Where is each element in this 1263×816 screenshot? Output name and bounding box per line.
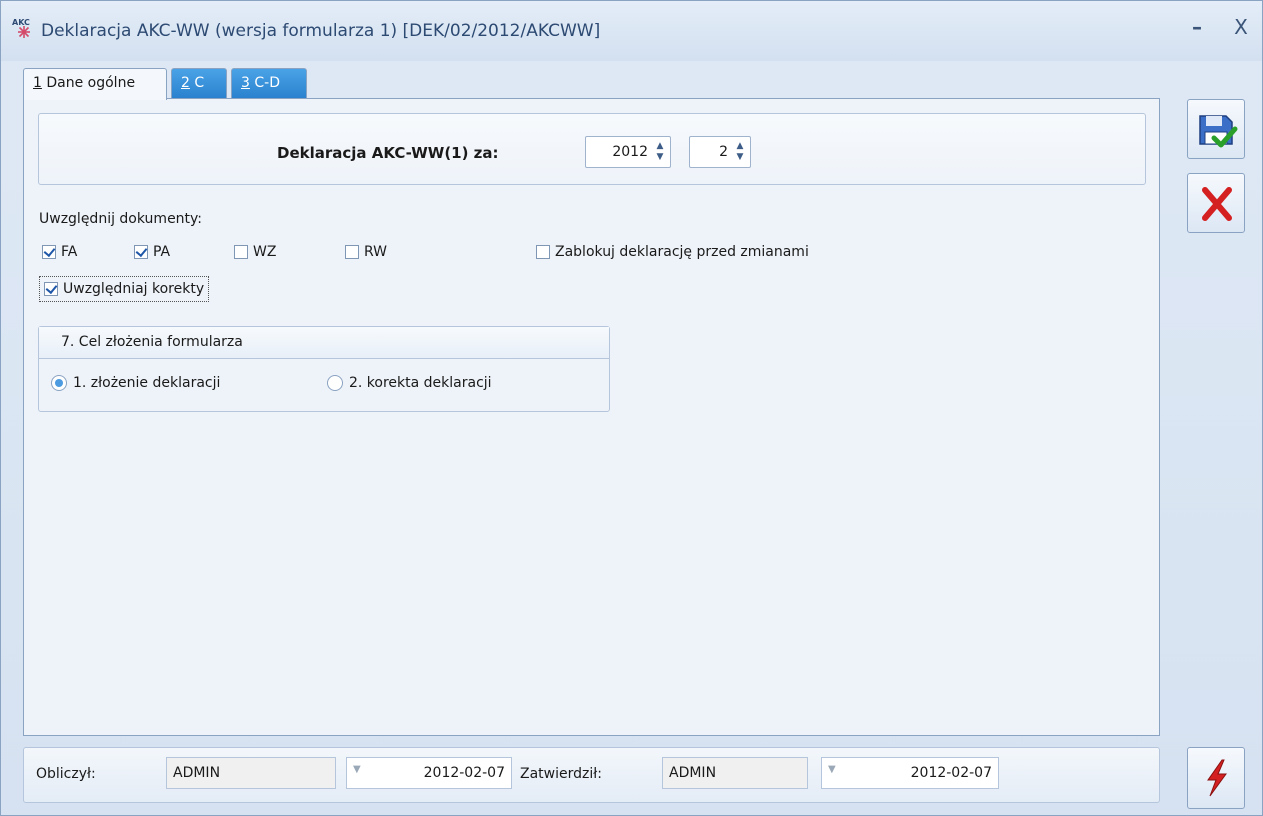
tab-label: C [189, 75, 205, 91]
checkbox-label: PA [153, 244, 171, 260]
form-purpose-group: 7. Cel złożenia formularza 1. złożenie d… [38, 326, 610, 412]
period-label: Deklaracja AKC-WW(1) za: [277, 144, 499, 162]
computed-date-field[interactable]: ▼ 2012-02-07 [346, 757, 512, 789]
checkbox-include-corrections[interactable]: Uwzględniaj korekty [39, 276, 210, 302]
checkbox-checked-icon[interactable] [44, 282, 58, 296]
calculate-button[interactable] [1187, 747, 1245, 809]
spinner-arrows-icon[interactable]: ▲ ▼ [655, 141, 665, 163]
tab-hotkey: 2 [181, 75, 190, 91]
month-spinner[interactable]: 2 ▲ ▼ [689, 136, 751, 168]
save-icon [1199, 115, 1238, 148]
tab-label: Dane ogólne [41, 75, 136, 91]
tab-label: C-D [249, 75, 280, 91]
checkbox-unchecked-icon[interactable] [234, 245, 248, 259]
tab-c-d[interactable]: 3 C-D [231, 68, 307, 98]
minimize-button[interactable]: – [1185, 15, 1209, 39]
radio-unselected-icon[interactable] [327, 375, 343, 391]
approved-date-field[interactable]: ▼ 2012-02-07 [821, 757, 999, 789]
tab-dane-ogolne[interactable]: 1 Dane ogólne [23, 68, 167, 100]
approved-by-field: ADMIN [662, 757, 808, 789]
approved-by-label: Zatwierdził: [520, 766, 602, 782]
akc-app-icon: AKC [11, 17, 37, 39]
tab-hotkey: 3 [241, 75, 250, 91]
cancel-button[interactable] [1187, 173, 1245, 233]
svg-text:AKC: AKC [12, 18, 30, 27]
computed-by-field: ADMIN [166, 757, 336, 789]
dropdown-arrow-icon[interactable]: ▼ [353, 764, 361, 775]
checkbox-lock-declaration[interactable]: Zablokuj deklarację przed zmianami [536, 242, 809, 262]
documents-label: Uwzględnij dokumenty: [39, 211, 203, 227]
form-purpose-title: 7. Cel złożenia formularza [39, 327, 609, 359]
spinner-arrows-icon[interactable]: ▲ ▼ [735, 141, 745, 163]
radio-submission[interactable]: 1. złożenie deklaracji [51, 375, 220, 391]
radio-label: 2. korekta deklaracji [349, 375, 492, 391]
checkbox-checked-icon[interactable] [42, 245, 56, 259]
footer-panel: Obliczył: ADMIN ▼ 2012-02-07 Zatwierdził… [23, 747, 1160, 803]
checkbox-pa[interactable]: PA [134, 242, 170, 262]
approved-date-value: 2012-02-07 [910, 765, 992, 781]
cancel-icon [1202, 187, 1232, 221]
tab-hotkey: 1 [33, 75, 42, 91]
computed-by-label: Obliczył: [36, 766, 96, 782]
radio-selected-icon[interactable] [51, 375, 67, 391]
checkbox-label: WZ [253, 244, 277, 260]
tab-c[interactable]: 2 C [171, 68, 227, 98]
checkbox-wz[interactable]: WZ [234, 242, 276, 262]
general-data-panel: Deklaracja AKC-WW(1) za: 2012 ▲ ▼ 2 ▲ ▼ Uw… [23, 98, 1160, 736]
checkbox-rw[interactable]: RW [345, 242, 387, 262]
year-spinner[interactable]: 2012 ▲ ▼ [585, 136, 671, 168]
radio-label: 1. złożenie deklaracji [73, 375, 221, 391]
dropdown-arrow-icon[interactable]: ▼ [828, 764, 836, 775]
month-value: 2 [719, 144, 728, 160]
checkbox-label: RW [364, 244, 388, 260]
computed-date-value: 2012-02-07 [423, 765, 505, 781]
radio-correction[interactable]: 2. korekta deklaracji [327, 375, 492, 391]
checkbox-unchecked-icon[interactable] [345, 245, 359, 259]
save-button[interactable] [1187, 99, 1245, 159]
checkbox-label: Zablokuj deklarację przed zmianami [555, 244, 809, 260]
window-title: Deklaracja AKC-WW (wersja formularza 1) … [41, 21, 601, 41]
lightning-icon [1207, 759, 1227, 797]
checkbox-unchecked-icon[interactable] [536, 245, 550, 259]
checkbox-checked-icon[interactable] [134, 245, 148, 259]
period-header: Deklaracja AKC-WW(1) za: 2012 ▲ ▼ 2 ▲ ▼ [38, 113, 1146, 185]
close-button[interactable]: X [1229, 15, 1253, 39]
checkbox-fa[interactable]: FA [42, 242, 77, 262]
checkbox-label: FA [61, 244, 78, 260]
title-bar[interactable]: AKC Deklaracja AKC-WW (wersja formularza… [1, 1, 1262, 61]
checkbox-label: Uwzględniaj korekty [63, 281, 205, 297]
declaration-window: AKC Deklaracja AKC-WW (wersja formularza… [0, 0, 1263, 816]
year-value: 2012 [612, 144, 648, 160]
